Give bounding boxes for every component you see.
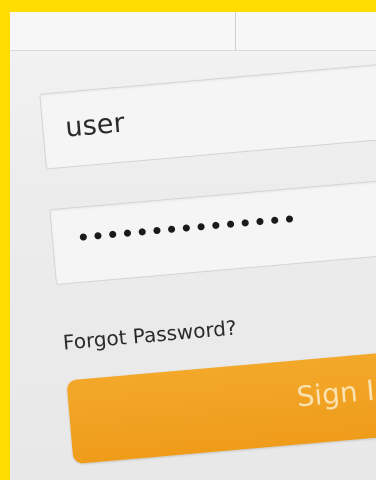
- username-value: user: [63, 107, 127, 144]
- login-form: user ••••••••••••••• Forgot Password? Si…: [10, 12, 376, 480]
- forgot-password-link[interactable]: Forgot Password?: [62, 316, 237, 355]
- username-field[interactable]: user: [39, 59, 376, 170]
- password-value: •••••••••••••••: [75, 206, 299, 250]
- sign-in-button[interactable]: Sign In: [66, 345, 376, 465]
- sign-in-label: Sign In: [295, 372, 376, 414]
- login-screen: user ••••••••••••••• Forgot Password? Si…: [10, 12, 376, 480]
- password-field[interactable]: •••••••••••••••: [49, 175, 376, 286]
- yellow-frame: user ••••••••••••••• Forgot Password? Si…: [0, 0, 376, 480]
